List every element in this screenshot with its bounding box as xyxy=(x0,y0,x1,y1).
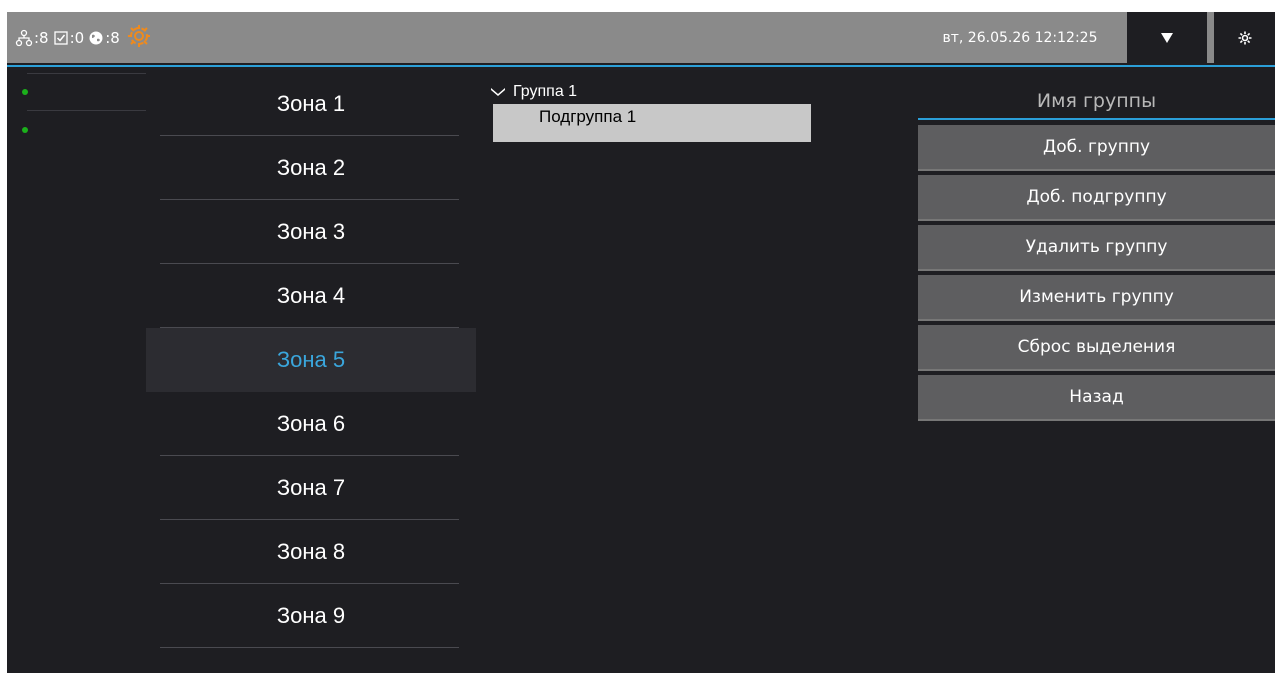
add-subgroup-button[interactable]: Доб. подгруппу xyxy=(918,175,1275,221)
network-count: :8 xyxy=(34,29,49,47)
header-accent-line xyxy=(7,65,1275,67)
zone-item[interactable]: Зона 8 xyxy=(146,520,476,584)
group-tree: Группа 1 Подгруппа 1 xyxy=(483,80,813,142)
zone-item[interactable]: Зона 4 xyxy=(146,264,476,328)
zone-item[interactable]: Зона 1 xyxy=(146,72,476,136)
app-screen: :8 :0 :8 вт, 26.05.26 12:12:25 Зона 1 Зо… xyxy=(7,12,1275,673)
checked-count: :0 xyxy=(69,29,85,47)
divider xyxy=(27,73,146,74)
zone-label: Зона 5 xyxy=(276,347,346,372)
zone-item[interactable]: Зона 2 xyxy=(146,136,476,200)
status-indicators: :8 :0 :8 xyxy=(15,23,152,53)
status-dot xyxy=(22,127,28,133)
zone-label: Зона 3 xyxy=(276,219,346,244)
zone-divider xyxy=(160,647,459,648)
divider xyxy=(27,110,146,111)
gear-warning-icon[interactable] xyxy=(126,23,152,53)
zone-item[interactable]: Зона 9 xyxy=(146,584,476,648)
edit-group-button[interactable]: Изменить группу xyxy=(918,275,1275,321)
reset-selection-button[interactable]: Сброс выделения xyxy=(918,325,1275,371)
zones-list: Зона 1 Зона 2 Зона 3 Зона 4 Зона 5 Зона 6 Зона… xyxy=(146,72,476,648)
zone-item[interactable]: Зона 5 xyxy=(146,328,476,392)
tree-subgroup-item[interactable]: Подгруппа 1 xyxy=(493,104,811,142)
status-column xyxy=(7,68,147,168)
zone-label: Зона 6 xyxy=(276,411,346,436)
globe-status[interactable]: :8 xyxy=(88,29,120,47)
chevron-down-icon[interactable] xyxy=(483,87,513,97)
actions-panel: Доб. группу Доб. подгруппу Удалить групп… xyxy=(918,84,1275,421)
zone-label: Зона 9 xyxy=(276,603,346,628)
zone-item[interactable]: Зона 6 xyxy=(146,392,476,456)
zone-label: Зона 1 xyxy=(276,91,346,116)
zone-label: Зона 4 xyxy=(276,283,346,308)
globe-count: :8 xyxy=(105,29,120,47)
back-button[interactable]: Назад xyxy=(918,375,1275,421)
checkbox-icon xyxy=(53,31,68,45)
zone-label: Зона 8 xyxy=(276,539,346,564)
datetime-display: вт, 26.05.26 12:12:25 xyxy=(942,30,1098,46)
status-dot xyxy=(22,89,28,95)
gear-icon xyxy=(1238,31,1251,44)
add-group-button[interactable]: Доб. группу xyxy=(918,125,1275,171)
settings-button[interactable] xyxy=(1214,12,1275,63)
globe-icon xyxy=(89,31,103,45)
zone-item[interactable]: Зона 7 xyxy=(146,456,476,520)
dropdown-button[interactable] xyxy=(1127,12,1207,63)
network-icon xyxy=(15,29,33,47)
triangle-down-icon xyxy=(1161,32,1173,43)
zone-label: Зона 7 xyxy=(276,475,346,500)
delete-group-button[interactable]: Удалить группу xyxy=(918,225,1275,271)
top-bar: :8 :0 :8 вт, 26.05.26 12:12:25 xyxy=(7,12,1275,63)
checked-status[interactable]: :0 xyxy=(53,29,85,47)
network-status[interactable]: :8 xyxy=(15,29,49,47)
zone-item[interactable]: Зона 3 xyxy=(146,200,476,264)
zone-label: Зона 2 xyxy=(276,155,346,180)
group-name-input[interactable] xyxy=(918,84,1275,120)
tree-group-item[interactable]: Группа 1 xyxy=(483,80,813,104)
tree-group-label: Группа 1 xyxy=(513,83,578,100)
